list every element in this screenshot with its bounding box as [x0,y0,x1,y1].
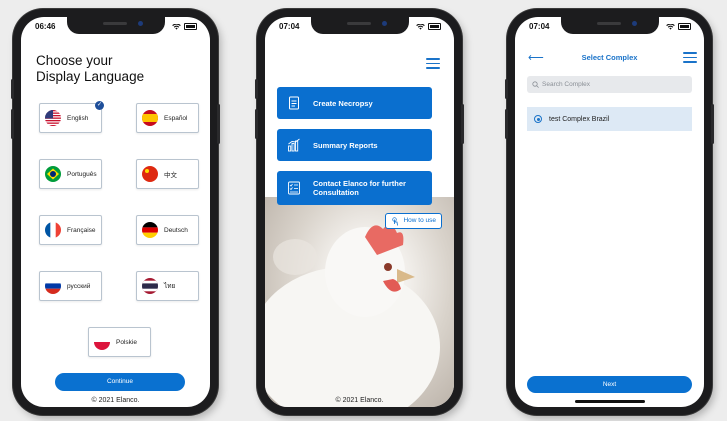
language-option-chinese[interactable]: 中文 [136,159,199,189]
language-option-francaise[interactable]: Française [39,215,102,245]
page-title: Choose your Display Language [36,53,145,84]
tap-hand-icon [392,216,399,226]
search-placeholder: Search Complex [542,81,591,88]
language-label: ไทย [164,283,176,290]
wifi-icon [666,23,675,30]
battery-icon [428,23,441,30]
copyright: © 2021 Elanco. [91,397,140,404]
language-label: English [67,114,89,122]
language-label: 中文 [164,172,177,179]
phone-home: 07:04 Create Necropsy Summary Reports Co… [255,9,464,415]
next-button[interactable]: Next [527,376,692,393]
phone-language: 06:46 Choose your Display Language Engli… [11,9,220,415]
search-icon [532,81,539,88]
flag-cn-icon [142,166,158,182]
flag-ru-icon [45,278,61,294]
menu-label: Summary Reports [313,140,378,150]
language-label: Deutsch [164,226,188,234]
language-label: Español [164,114,188,122]
bar-chart-icon [288,138,300,152]
home-indicator [574,400,645,403]
wifi-icon [416,23,425,30]
hamburger-menu-icon[interactable] [426,58,440,69]
how-to-use-button[interactable]: How to use [385,213,442,229]
contact-elanco-button[interactable]: Contact Elanco for further Consultation [277,171,432,205]
flag-us-icon [45,110,61,126]
language-label: Português [67,170,97,178]
complex-list-item[interactable]: test Complex Brazil [527,107,692,131]
copyright: © 2021 Elanco. [335,397,384,404]
status-time: 06:46 [35,22,56,31]
flag-pl-icon [94,334,110,350]
phone-select-complex: 07:04 ⟵ Select Complex Search Complex te… [505,9,714,415]
language-option-english[interactable]: English ✓ [39,101,104,133]
flag-th-icon [142,278,158,294]
page-title: Select Complex [581,53,638,62]
language-label: русский [67,282,91,290]
status-bar: 07:04 [515,22,704,34]
battery-icon [678,23,691,30]
flag-de-icon [142,222,158,238]
status-time: 07:04 [279,22,300,31]
language-option-espanol[interactable]: Español [136,103,199,133]
document-icon [289,96,299,110]
language-option-portugues[interactable]: Português [39,159,102,189]
flag-fr-icon [45,222,61,238]
how-to-use-label: How to use [403,217,436,224]
battery-icon [184,23,197,30]
home-screen: 07:04 Create Necropsy Summary Reports Co… [265,17,454,407]
select-complex-screen: 07:04 ⟵ Select Complex Search Complex te… [515,17,704,407]
status-bar: 07:04 [265,22,454,34]
search-complex-input[interactable]: Search Complex [527,76,692,93]
summary-reports-button[interactable]: Summary Reports [277,129,432,161]
hamburger-menu-icon[interactable] [683,52,697,63]
language-option-russian[interactable]: русский [39,271,102,301]
menu-label: Create Necropsy [313,98,373,108]
menu-label: Contact Elanco for further Consultation [313,179,406,197]
language-option-polskie[interactable]: Polskie [88,327,151,357]
language-label: Française [67,226,96,234]
status-time: 07:04 [529,22,550,31]
language-label: Polskie [116,338,137,346]
checklist-icon [288,181,300,195]
continue-button[interactable]: Continue [55,373,185,391]
language-option-thai[interactable]: ไทย [136,271,199,301]
language-option-deutsch[interactable]: Deutsch [136,215,199,245]
create-necropsy-button[interactable]: Create Necropsy [277,87,432,119]
language-screen: 06:46 Choose your Display Language Engli… [21,17,210,407]
complex-label: test Complex Brazil [549,115,610,123]
status-bar: 06:46 [21,22,210,34]
flag-br-icon [45,166,61,182]
checkmark-icon: ✓ [95,101,104,110]
radio-selected-icon[interactable] [534,115,542,123]
flag-es-icon [142,110,158,126]
wifi-icon [172,23,181,30]
